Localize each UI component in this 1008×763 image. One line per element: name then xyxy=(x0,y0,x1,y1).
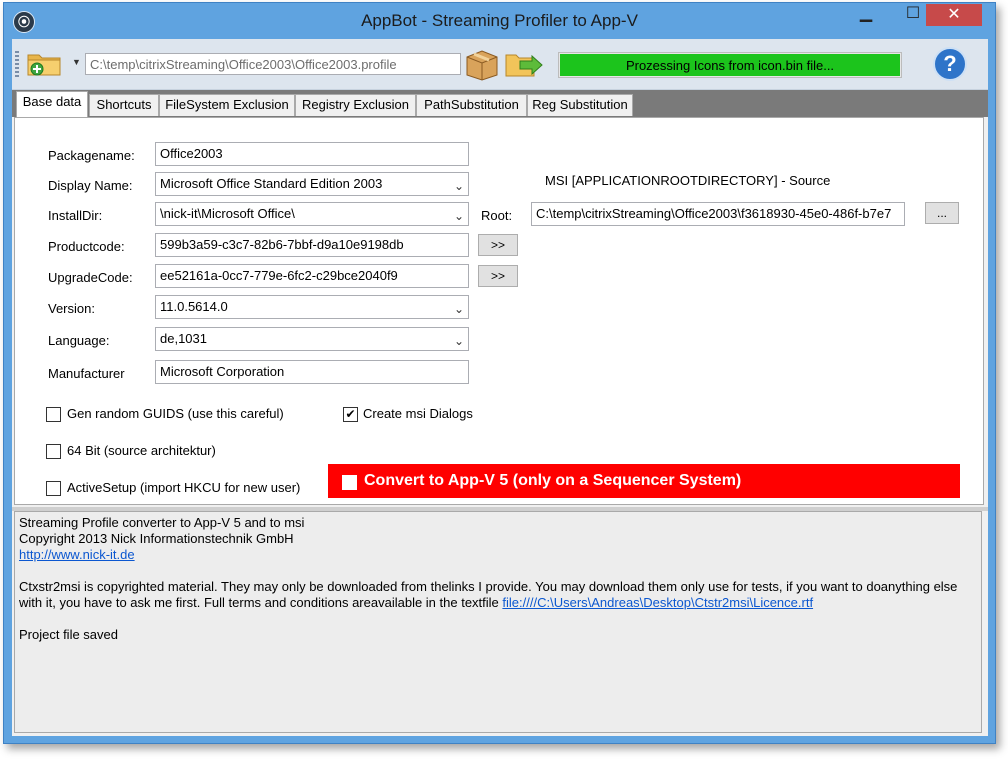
create-msi-dialogs-label: Create msi Dialogs xyxy=(363,406,473,421)
browse-root-button[interactable]: ... xyxy=(925,202,959,224)
tab-registry-exclusion[interactable]: Registry Exclusion xyxy=(295,94,416,116)
website-link[interactable]: http://www.nick-it.de xyxy=(19,547,135,562)
tab-shortcuts[interactable]: Shortcuts xyxy=(89,94,159,116)
root-label: Root: xyxy=(481,208,513,223)
version-value: 11.0.5614.0 xyxy=(160,299,228,314)
active-setup-label: ActiveSetup (import HKCU for new user) xyxy=(67,480,301,495)
tab-strip: Base data Shortcuts FileSystem Exclusion… xyxy=(12,90,988,118)
installdir-label: InstallDir: xyxy=(48,208,103,223)
bit64-checkbox[interactable] xyxy=(46,444,61,459)
generate-productcode-button[interactable]: >> xyxy=(478,234,518,256)
progress-text: Prozessing Icons from icon.bin file... xyxy=(625,58,835,73)
log-line: Streaming Profile converter to App-V 5 a… xyxy=(19,515,305,530)
tab-label: Registry Exclusion xyxy=(302,97,409,112)
tab-filesystem-exclusion[interactable]: FileSystem Exclusion xyxy=(159,94,295,116)
version-combo[interactable]: 11.0.5614.0 ⌄ xyxy=(155,295,469,319)
upgradecode-input[interactable]: ee52161a-0cc7-779e-6fc2-c29bce2040f9 xyxy=(155,264,469,288)
version-label: Version: xyxy=(48,301,95,316)
license-notice-text: Ctxstr2msi is copyrighted material. They… xyxy=(19,579,958,610)
dropdown-arrow-icon[interactable]: ▼ xyxy=(72,57,81,67)
root-path-input[interactable]: C:\temp\citrixStreaming\Office2003\f3618… xyxy=(531,202,905,226)
license-notice: Ctxstr2msi is copyrighted material. They… xyxy=(19,579,977,611)
chevron-down-icon[interactable]: ⌄ xyxy=(454,205,464,225)
installdir-value: \nick-it\Microsoft Office\ xyxy=(160,206,295,221)
installdir-combo[interactable]: \nick-it\Microsoft Office\ ⌄ xyxy=(155,202,469,226)
log-line: Copyright 2013 Nick Informationstechnik … xyxy=(19,531,294,546)
tab-path-substitution[interactable]: PathSubstitution xyxy=(416,94,527,116)
package-box-icon[interactable] xyxy=(464,47,500,81)
minimize-button[interactable]: ▁ xyxy=(843,3,889,27)
tab-label: Shortcuts xyxy=(96,97,152,112)
display-name-label: Display Name: xyxy=(48,178,133,193)
manufacturer-label: Manufacturer xyxy=(48,366,125,381)
tab-reg-substitution[interactable]: Reg Substitution xyxy=(527,94,633,116)
status-message: Project file saved xyxy=(19,627,118,642)
close-button[interactable]: ✕ xyxy=(926,4,982,26)
chevron-down-icon[interactable]: ⌄ xyxy=(454,175,464,195)
toolbar: ▼ C:\temp\citrixStreaming\Office2003\Off… xyxy=(12,39,988,90)
upgradecode-label: UpgradeCode: xyxy=(48,270,133,285)
tab-label: PathSubstitution xyxy=(424,97,519,112)
convert-appv5-label: Convert to App-V 5 (only on a Sequencer … xyxy=(364,472,742,489)
help-icon[interactable]: ? xyxy=(933,47,967,81)
licence-file-link[interactable]: file:////C:\Users\Andreas\Desktop\Ctstr2… xyxy=(502,595,813,610)
log-output: Streaming Profile converter to App-V 5 a… xyxy=(14,511,982,733)
display-name-combo[interactable]: Microsoft Office Standard Edition 2003 ⌄ xyxy=(155,172,469,196)
display-name-value: Microsoft Office Standard Edition 2003 xyxy=(160,176,383,191)
bit64-label: 64 Bit (source architektur) xyxy=(67,443,216,458)
convert-appv5-option[interactable]: Convert to App-V 5 (only on a Sequencer … xyxy=(328,464,960,498)
tab-label: Base data xyxy=(22,94,82,109)
app-window: ⦿ AppBot - Streaming Profiler to App-V ▁… xyxy=(3,2,996,744)
language-label: Language: xyxy=(48,333,110,348)
chevron-down-icon[interactable]: ⌄ xyxy=(454,330,464,350)
base-data-panel: Packagename: Office2003 Display Name: Mi… xyxy=(14,117,984,505)
tab-base-data[interactable]: Base data xyxy=(16,91,88,118)
client-area: ▼ C:\temp\citrixStreaming\Office2003\Off… xyxy=(12,39,988,736)
language-value: de,1031 xyxy=(160,331,207,346)
tab-label: FileSystem Exclusion xyxy=(165,97,289,112)
add-profile-folder-icon[interactable] xyxy=(26,49,64,77)
chevron-down-icon[interactable]: ⌄ xyxy=(454,298,464,318)
msi-source-label: MSI [APPLICATIONROOTDIRECTORY] - Source xyxy=(545,173,831,188)
gen-random-guids-checkbox[interactable] xyxy=(46,407,61,422)
tab-label: Reg Substitution xyxy=(532,97,628,112)
packagename-label: Packagename: xyxy=(48,148,135,163)
manufacturer-input[interactable]: Microsoft Corporation xyxy=(155,360,469,384)
toolbar-grip[interactable] xyxy=(15,51,19,77)
gen-random-guids-label: Gen random GUIDS (use this careful) xyxy=(67,406,284,421)
active-setup-checkbox[interactable] xyxy=(46,481,61,496)
progress-bar: Prozessing Icons from icon.bin file... xyxy=(558,52,902,78)
export-arrow-icon[interactable] xyxy=(504,49,544,79)
packagename-input[interactable]: Office2003 xyxy=(155,142,469,166)
language-combo[interactable]: de,1031 ⌄ xyxy=(155,327,469,351)
productcode-label: Productcode: xyxy=(48,239,125,254)
profile-path-input[interactable]: C:\temp\citrixStreaming\Office2003\Offic… xyxy=(85,53,461,75)
create-msi-dialogs-checkbox[interactable]: ✔ xyxy=(343,407,358,422)
generate-upgradecode-button[interactable]: >> xyxy=(478,265,518,287)
title-bar[interactable]: ⦿ AppBot - Streaming Profiler to App-V ▁… xyxy=(4,3,995,39)
productcode-input[interactable]: 599b3a59-c3c7-82b6-7bbf-d9a10e9198db xyxy=(155,233,469,257)
convert-appv5-checkbox[interactable] xyxy=(342,475,357,490)
